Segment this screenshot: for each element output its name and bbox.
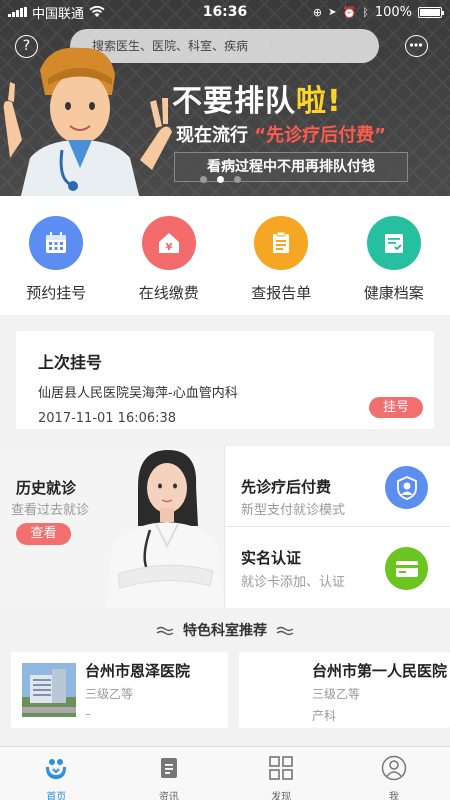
carousel-dot[interactable] bbox=[234, 176, 241, 183]
feature-pay-later[interactable]: 先诊疗后付费 新型支付就诊模式 bbox=[225, 446, 450, 526]
doctor-illustration bbox=[3, 47, 172, 196]
tab-label: 首页 bbox=[46, 792, 67, 800]
hospital-photo bbox=[22, 663, 76, 717]
news-icon bbox=[160, 758, 177, 778]
tab-label: 资讯 bbox=[158, 792, 179, 800]
doctor-shield-icon bbox=[385, 466, 428, 509]
section-heading: 特色科室推荐 bbox=[0, 617, 450, 645]
svg-text:¥: ¥ bbox=[165, 242, 172, 253]
status-bar: 中国联通 16:36 ⊕ ➤ ⏰ ᛒ 100% bbox=[0, 0, 450, 24]
quick-action-label: 健康档案 bbox=[363, 284, 424, 302]
quick-action-report[interactable]: 查报告单 bbox=[225, 196, 338, 315]
section-title: 特色科室推荐 bbox=[183, 623, 267, 639]
feature-real-name-auth[interactable]: 实名认证 就诊卡添加、认证 bbox=[225, 527, 450, 607]
carousel-dot[interactable] bbox=[200, 176, 207, 183]
hospital-department: 产科 bbox=[312, 709, 337, 723]
tab-label: 我 bbox=[388, 792, 399, 800]
history-subtitle: 查看过去就诊 bbox=[11, 503, 90, 518]
rotation-lock-icon: ⊕ bbox=[312, 5, 323, 19]
health-file-icon bbox=[366, 216, 421, 270]
wave-decoration-icon bbox=[276, 626, 294, 636]
bluetooth-icon: ᛒ bbox=[362, 5, 369, 19]
message-button[interactable] bbox=[405, 35, 428, 57]
quick-action-appointment[interactable]: 预约挂号 bbox=[0, 196, 113, 315]
battery-percent: 100% bbox=[374, 4, 412, 20]
banner-subheadline: 现在流行 “先诊疗后付费” bbox=[176, 125, 386, 146]
chat-icon bbox=[409, 43, 423, 47]
bottom-tab-bar: 首页 资讯 发现 我 bbox=[0, 746, 450, 800]
calendar-icon bbox=[29, 216, 84, 270]
wifi-icon bbox=[89, 6, 105, 17]
last-registration-card[interactable]: 上次挂号 仙居县人民医院吴海萍-心血管内科 2017-11-01 16:06:3… bbox=[16, 331, 434, 429]
battery-icon bbox=[418, 6, 444, 18]
location-icon: ➤ bbox=[328, 6, 337, 18]
tab-label: 发现 bbox=[271, 792, 292, 800]
quick-action-label: 查报告单 bbox=[251, 284, 312, 302]
hospital-card[interactable]: 台州市第一人民医院 三级乙等 产科 bbox=[239, 652, 450, 728]
quick-actions: 预约挂号 ¥ 在线缴费 查报告单 健康档案 bbox=[0, 196, 450, 315]
carousel-dot-active[interactable] bbox=[217, 176, 224, 183]
hospital-name: 台州市第一人民医院 bbox=[312, 662, 448, 680]
discover-grid-icon bbox=[269, 756, 294, 780]
banner-headline: 不要排队啦! bbox=[172, 84, 342, 119]
feature-subtitle: 新型支付就诊模式 bbox=[241, 503, 346, 518]
promo-banner[interactable]: 中国联通 16:36 ⊕ ➤ ⏰ ᛒ 100% ? 搜索医生、医院、科室、疾病 bbox=[0, 0, 450, 196]
carousel-dots[interactable] bbox=[200, 176, 241, 183]
hospital-department: – bbox=[85, 707, 91, 721]
report-icon bbox=[254, 216, 309, 270]
profile-icon bbox=[381, 755, 406, 781]
hospital-name: 台州市恩泽医院 bbox=[85, 662, 191, 680]
carrier-label: 中国联通 bbox=[32, 6, 85, 22]
tab-home[interactable]: 首页 bbox=[0, 747, 113, 800]
hospital-level: 三级乙等 bbox=[312, 687, 361, 701]
home-icon bbox=[46, 759, 67, 779]
tab-me[interactable]: 我 bbox=[338, 747, 450, 800]
card-icon bbox=[385, 547, 428, 590]
register-again-button[interactable]: 挂号 bbox=[369, 397, 423, 418]
tab-discover[interactable]: 发现 bbox=[225, 747, 338, 800]
view-history-button[interactable]: 查看 bbox=[16, 523, 71, 545]
nurse-illustration bbox=[106, 450, 224, 608]
hospital-level: 三级乙等 bbox=[85, 687, 134, 701]
history-visits-card[interactable]: 历史就诊 查看过去就诊 查看 bbox=[0, 446, 224, 608]
last-registration-title: 上次挂号 bbox=[38, 353, 103, 372]
tab-news[interactable]: 资讯 bbox=[113, 747, 226, 800]
quick-action-payment[interactable]: ¥ 在线缴费 bbox=[113, 196, 226, 315]
feature-title: 先诊疗后付费 bbox=[241, 478, 332, 496]
feature-subtitle: 就诊卡添加、认证 bbox=[241, 575, 346, 590]
payment-house-icon: ¥ bbox=[141, 216, 196, 270]
quick-action-label: 在线缴费 bbox=[138, 284, 199, 302]
quick-action-health-file[interactable]: 健康档案 bbox=[338, 196, 450, 315]
hospital-card[interactable]: 台州市恩泽医院 三级乙等 – bbox=[11, 652, 228, 728]
alarm-icon: ⏰ bbox=[342, 5, 357, 19]
history-title: 历史就诊 bbox=[16, 479, 77, 497]
feature-grid: 历史就诊 查看过去就诊 查看 先诊疗后付费 新型支付就诊模式 实名认证 就诊卡添… bbox=[0, 446, 450, 608]
wave-decoration-icon bbox=[156, 626, 174, 636]
signal-icon bbox=[8, 7, 27, 17]
feature-title: 实名认证 bbox=[241, 549, 302, 567]
quick-action-label: 预约挂号 bbox=[26, 284, 87, 302]
